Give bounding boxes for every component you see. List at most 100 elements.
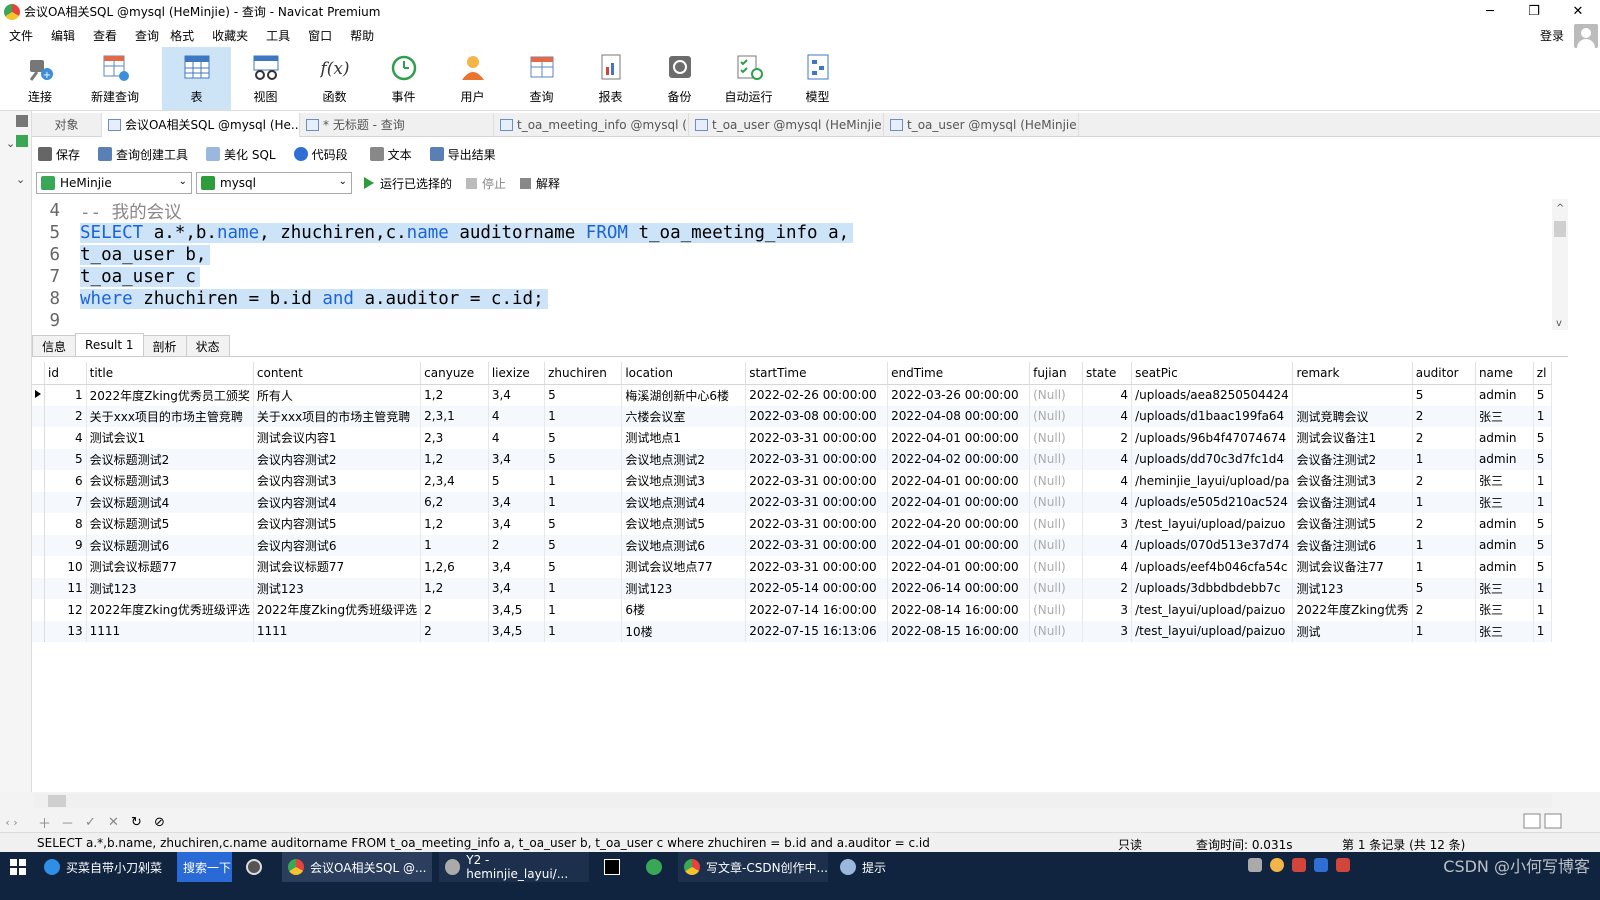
editor-line[interactable]: 9 <box>32 310 84 332</box>
table-cell[interactable]: 1 <box>544 491 623 513</box>
autorun-button[interactable]: 自动运行 <box>714 47 783 110</box>
text-button[interactable]: 文本 <box>364 146 412 163</box>
function-button[interactable]: f(x) 函数 <box>300 47 369 110</box>
table-cell[interactable]: (Null) <box>1029 513 1083 535</box>
table-cell[interactable]: 测试 <box>1292 620 1413 642</box>
tab-query-active[interactable]: 会议OA相关SQL @mysql (He... <box>102 112 300 137</box>
table-cell[interactable]: 张三 <box>1475 620 1534 642</box>
table-cell[interactable]: 会议内容测试6 <box>253 534 422 556</box>
table-cell[interactable]: 所有人 <box>253 384 422 406</box>
nav-pane-icons[interactable]: ⌄⌄ <box>0 111 32 191</box>
table-row[interactable]: 2 关于xxx项目的市场主管竞聘 关于xxx项目的市场主管竞聘 2,3,1 4 1 六楼会议… <box>32 405 1552 427</box>
model-button[interactable]: 模型 <box>783 47 852 110</box>
explain-button[interactable]: 解释 <box>520 175 560 192</box>
table-cell[interactable]: 2022-04-01 00:00:00 <box>887 470 1031 492</box>
event-button[interactable]: 事件 <box>369 47 438 110</box>
column-header[interactable]: zl <box>1533 362 1552 385</box>
taskbar-wechat[interactable] <box>640 852 676 882</box>
tab-info[interactable]: 信息 <box>32 335 77 356</box>
menu-file[interactable]: 文件 <box>0 27 42 44</box>
table-cell[interactable]: /uploads/dd70c3d7fc1d4 <box>1131 448 1294 470</box>
table-cell[interactable]: 1,2 <box>420 577 489 599</box>
column-header[interactable]: title <box>86 362 254 385</box>
table-cell[interactable]: 3,4,5 <box>488 599 546 621</box>
tray-red-icon[interactable] <box>1336 858 1350 872</box>
table-cell[interactable]: 5 <box>544 384 623 406</box>
menu-tools[interactable]: 工具 <box>257 27 299 44</box>
editor-line[interactable]: 4 -- 我的会议 <box>32 200 186 223</box>
table-cell[interactable]: 6,2 <box>420 491 489 513</box>
table-cell[interactable]: 4 <box>44 427 87 449</box>
table-cell[interactable]: 5 <box>1533 513 1552 535</box>
table-cell[interactable]: /uploads/96b4f47074674 <box>1131 427 1294 449</box>
table-cell[interactable]: 会议内容测试2 <box>253 448 422 470</box>
delete-record-button[interactable]: － <box>56 813 79 832</box>
table-cell[interactable]: 5 <box>488 470 546 492</box>
beautify-sql-button[interactable]: 美化 SQL <box>200 146 276 163</box>
table-row[interactable]: 11 测试123 测试123 1,2 3,4 1 测试123 2022-05-14 00:00… <box>32 577 1552 599</box>
table-cell[interactable]: 测试会议1 <box>86 427 254 449</box>
table-cell[interactable]: 1 <box>1533 620 1552 642</box>
menu-window[interactable]: 窗口 <box>299 27 341 44</box>
table-cell[interactable]: 3,4 <box>488 556 546 578</box>
table-cell[interactable]: 会议地点测试5 <box>621 513 747 535</box>
table-cell[interactable]: 5 <box>44 448 87 470</box>
table-cell[interactable]: (Null) <box>1029 534 1083 556</box>
table-cell[interactable]: (Null) <box>1029 620 1083 642</box>
table-cell[interactable]: 1 <box>544 577 623 599</box>
table-cell[interactable]: 张三 <box>1475 470 1534 492</box>
table-cell[interactable]: 2 <box>1082 577 1133 599</box>
table-cell[interactable]: 3 <box>1082 599 1133 621</box>
table-cell[interactable]: 3,4 <box>488 491 546 513</box>
tab-status[interactable]: 状态 <box>185 335 230 356</box>
table-cell[interactable]: 4 <box>488 405 546 427</box>
sql-editor[interactable]: 4 -- 我的会议 5 SELECT a.*,b.name, zhuchiren,c.… <box>32 199 1552 332</box>
table-cell[interactable]: 2022-03-31 00:00:00 <box>745 556 889 578</box>
column-header[interactable]: liexize <box>488 362 546 385</box>
tab-result-1[interactable]: Result 1 <box>75 333 144 356</box>
row-marker[interactable] <box>32 534 45 556</box>
table-cell[interactable]: 会议地点测试3 <box>621 470 747 492</box>
table-cell[interactable]: 1 <box>420 534 489 556</box>
table-cell[interactable]: 2,3,1 <box>420 405 489 427</box>
table-cell[interactable]: 测试会议内容1 <box>253 427 422 449</box>
table-cell[interactable]: 2022年度Zking优秀员工颁奖 <box>86 384 254 406</box>
table-cell[interactable]: 2 <box>488 534 546 556</box>
table-cell[interactable]: admin <box>1475 384 1534 406</box>
table-cell[interactable]: 梅溪湖创新中心6楼 <box>621 384 747 406</box>
table-cell[interactable]: admin <box>1475 556 1534 578</box>
table-row[interactable]: 12 2022年度Zking优秀班级评选 2022年度Zking优秀班级评选 2 3,4… <box>32 599 1552 621</box>
table-cell[interactable]: 2022-08-15 16:00:00 <box>887 620 1031 642</box>
avatar[interactable] <box>1574 24 1598 48</box>
table-cell[interactable]: 2 <box>420 620 489 642</box>
taskbar-idea[interactable]: Y2 - heminjie_layui/... <box>439 852 589 882</box>
table-cell[interactable]: 测试竞聘会议 <box>1292 405 1413 427</box>
table-cell[interactable]: 1 <box>1412 448 1476 470</box>
table-cell[interactable]: 测试123 <box>253 577 422 599</box>
column-header[interactable]: name <box>1475 362 1534 385</box>
table-cell[interactable]: 1 <box>44 384 87 406</box>
view-button[interactable]: 视图 <box>231 47 300 110</box>
tab-untitled-query[interactable]: * 无标题 - 查询 <box>300 112 494 137</box>
table-cell[interactable]: 2022-05-14 00:00:00 <box>745 577 889 599</box>
table-cell[interactable]: 2022-04-20 00:00:00 <box>887 513 1031 535</box>
table-cell[interactable]: 2022-04-01 00:00:00 <box>887 556 1031 578</box>
table-row[interactable]: 1 2022年度Zking优秀员工颁奖 所有人 1,2 3,4 5 梅溪湖创新中心6楼 202… <box>32 384 1552 406</box>
table-cell[interactable]: 2 <box>1082 427 1133 449</box>
column-header[interactable]: auditor <box>1412 362 1476 385</box>
table-cell[interactable]: (Null) <box>1029 448 1083 470</box>
column-header[interactable]: seatPic <box>1131 362 1294 385</box>
run-selected-button[interactable]: 运行已选择的 <box>364 175 452 192</box>
table-cell[interactable]: 2 <box>44 405 87 427</box>
table-cell[interactable]: 1 <box>1412 534 1476 556</box>
column-header[interactable]: endTime <box>887 362 1031 385</box>
table-cell[interactable]: 2 <box>1412 405 1476 427</box>
table-cell[interactable]: 6楼 <box>621 599 747 621</box>
table-cell[interactable]: (Null) <box>1029 470 1083 492</box>
column-header[interactable]: state <box>1082 362 1133 385</box>
table-cell[interactable]: 会议备注测试2 <box>1292 448 1413 470</box>
table-cell[interactable]: 5 <box>544 556 623 578</box>
menu-favorites[interactable]: 收藏夹 <box>203 27 257 44</box>
tab-user-1[interactable]: t_oa_user @mysql (HeMinjie... <box>689 112 884 137</box>
query-builder-button[interactable]: 查询创建工具 <box>92 146 188 163</box>
